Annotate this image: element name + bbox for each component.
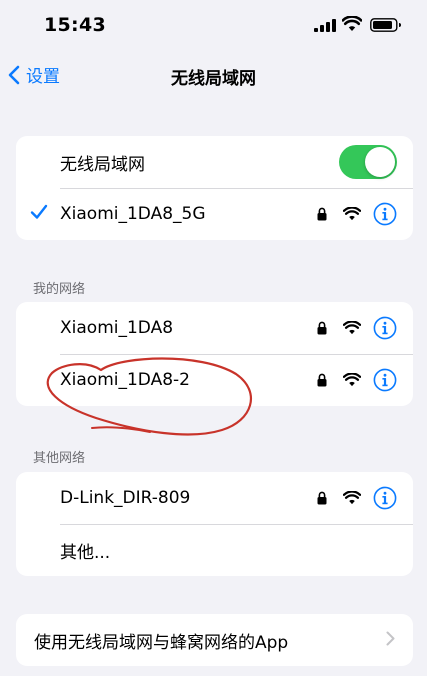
info-icon[interactable] [373,486,397,510]
network-name: D-Link_DIR-809 [60,488,191,508]
wifi-status-icon [342,16,362,31]
apps-using-wlan-row[interactable]: 使用无线局域网与蜂窝网络的App [16,614,413,666]
chevron-right-icon [386,631,395,646]
navigation-bar: 设置 无线局域网 [0,52,427,96]
battery-icon [370,18,401,32]
wifi-toggle-switch[interactable] [339,145,397,179]
network-row[interactable]: D-Link_DIR-809 [16,472,413,524]
wifi-toggle-row: 无线局域网 [16,136,413,188]
lock-icon [317,491,327,505]
network-name: Xiaomi_1DA8_5G [60,204,206,224]
apps-group: 使用无线局域网与蜂窝网络的App [16,614,413,666]
my-networks-header: 我的网络 [33,282,86,297]
apps-using-wlan-label: 使用无线局域网与蜂窝网络的App [34,632,289,653]
wifi-signal-icon [343,321,361,335]
wifi-toggle-label: 无线局域网 [60,154,145,175]
network-name: Xiaomi_1DA8-2 [60,370,190,390]
checkmark-icon [30,204,48,219]
toggle-knob [365,147,395,177]
other-networks-group: D-Link_DIR-809 其他... [16,472,413,576]
wifi-signal-icon [343,491,361,505]
network-row[interactable]: Xiaomi_1DA8 [16,302,413,354]
wifi-signal-icon [343,207,361,221]
other-networks-header: 其他网络 [33,451,86,466]
lock-icon [317,321,327,335]
network-name: Xiaomi_1DA8 [60,318,174,338]
lock-icon [317,373,327,387]
network-row[interactable]: Xiaomi_1DA8-2 [16,354,413,406]
status-time: 15:43 [44,14,106,36]
wifi-signal-icon [343,373,361,387]
connected-network-row[interactable]: Xiaomi_1DA8_5G [16,188,413,240]
lock-icon [317,207,327,221]
info-icon[interactable] [373,368,397,392]
cellular-signal-icon [314,19,336,32]
wifi-main-group: 无线局域网 Xiaomi_1DA8_5G [16,136,413,240]
status-bar: 15:43 [0,0,427,50]
other-network-row[interactable]: 其他... [16,524,413,576]
my-networks-group: Xiaomi_1DA8 Xiaomi_1DA8-2 [16,302,413,406]
info-icon[interactable] [373,316,397,340]
other-network-label: 其他... [60,542,111,563]
page-title: 无线局域网 [171,69,256,89]
info-icon[interactable] [373,202,397,226]
